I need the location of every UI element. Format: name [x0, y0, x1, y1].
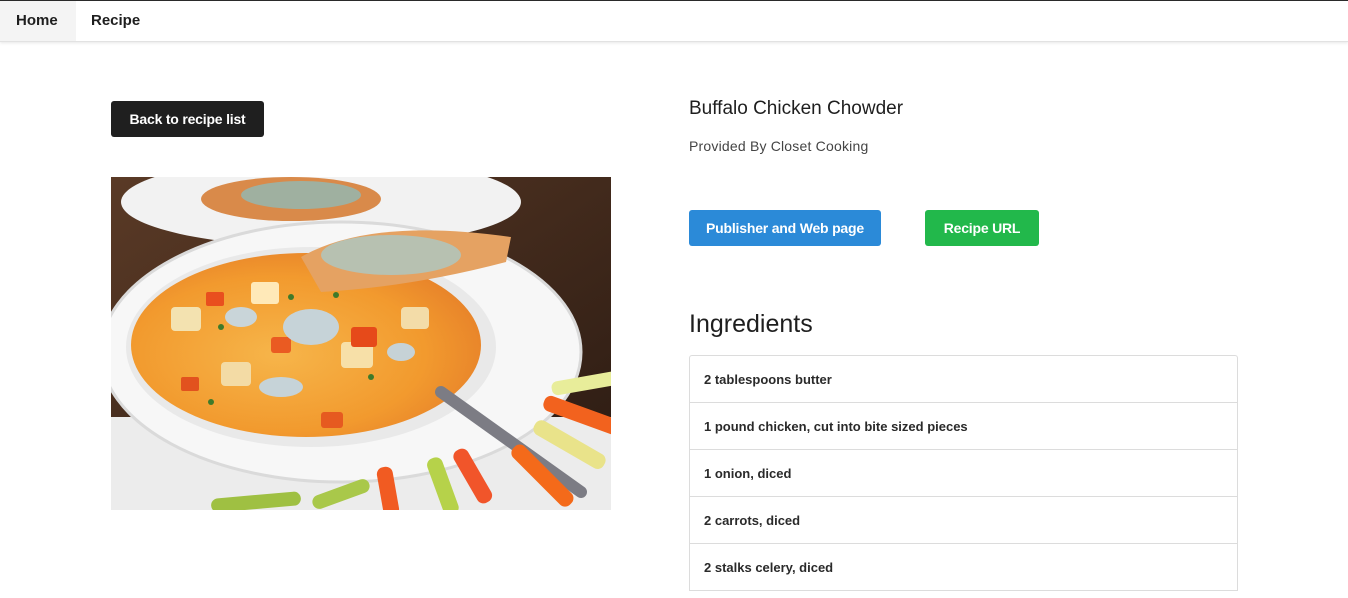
- publisher-button[interactable]: Publisher and Web page: [689, 210, 881, 246]
- chowder-bowl-illustration: [111, 177, 611, 510]
- nav-home-link[interactable]: Home: [0, 1, 76, 41]
- ingredient-item: 1 pound chicken, cut into bite sized pie…: [690, 403, 1237, 450]
- nav-recipe-link[interactable]: Recipe: [76, 1, 155, 41]
- recipe-title: Buffalo Chicken Chowder: [689, 98, 904, 119]
- back-to-list-button[interactable]: Back to recipe list: [111, 101, 264, 137]
- ingredients-heading: Ingredients: [689, 310, 813, 338]
- navbar: Home Recipe: [0, 1, 1348, 42]
- recipe-url-button[interactable]: Recipe URL: [925, 210, 1039, 246]
- recipe-image: [111, 177, 611, 510]
- ingredient-item: 2 carrots, diced: [690, 497, 1237, 544]
- provider-name: Closet Cooking: [770, 138, 869, 154]
- ingredient-item: 1 onion, diced: [690, 450, 1237, 497]
- ingredient-item: 2 tablespoons butter: [690, 356, 1237, 403]
- recipe-provider: Provided By Closet Cooking: [689, 138, 868, 154]
- provider-prefix: Provided By: [689, 138, 767, 154]
- ingredient-item: 2 stalks celery, diced: [690, 544, 1237, 591]
- ingredients-list: 2 tablespoons butter 1 pound chicken, cu…: [689, 355, 1238, 591]
